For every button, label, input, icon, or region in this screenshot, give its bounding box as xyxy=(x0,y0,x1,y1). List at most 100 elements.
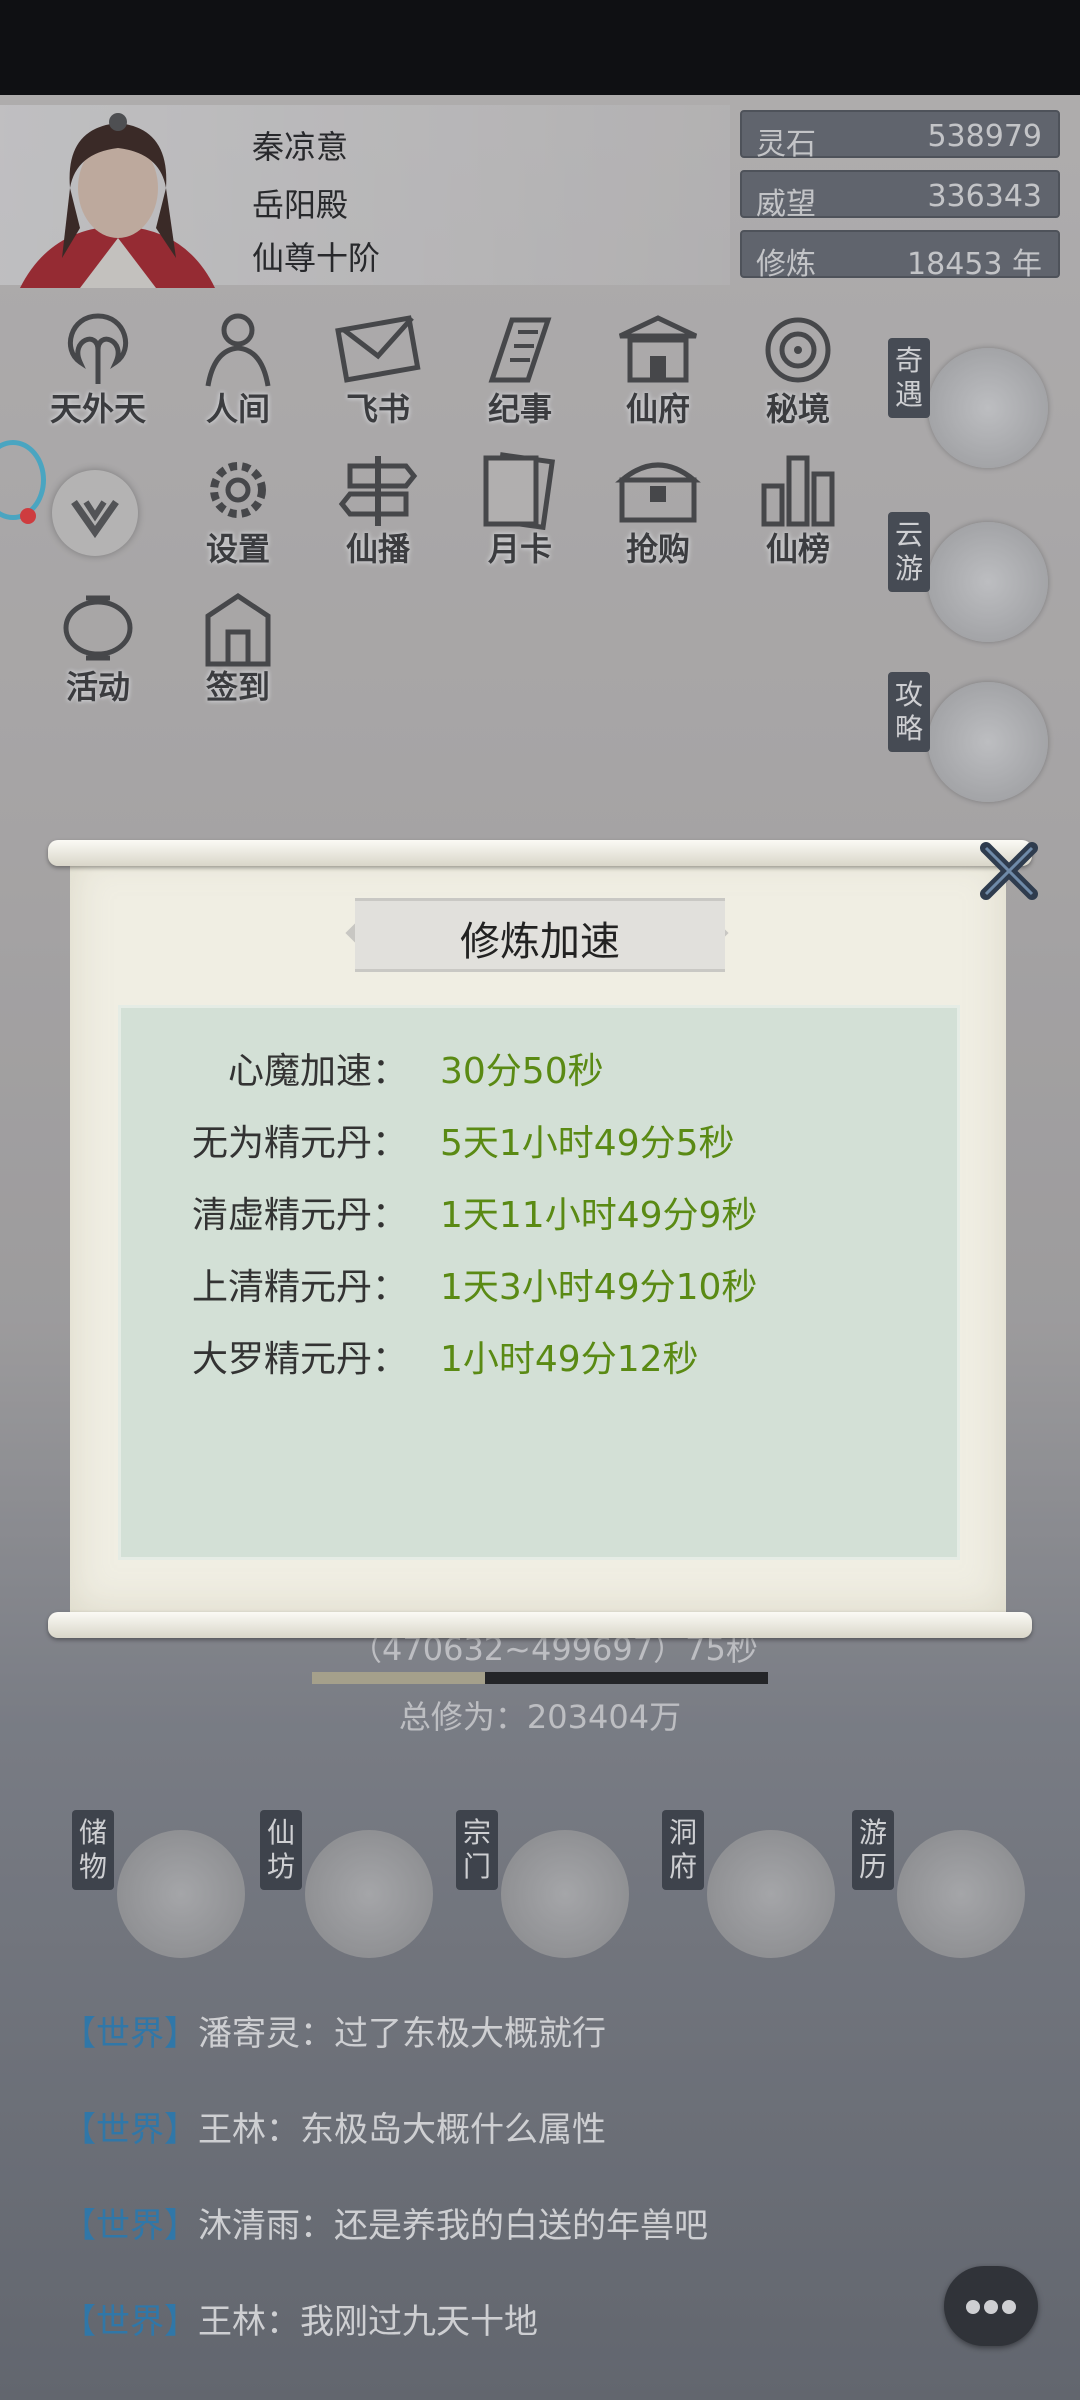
speedup-value: 1小时49分12秒 xyxy=(440,1339,699,1380)
speedup-value: 30分50秒 xyxy=(440,1051,604,1092)
menu-record[interactable]: 纪事 xyxy=(460,310,580,440)
scroll-rod-bottom xyxy=(48,1612,1032,1638)
stat-label: 修炼 xyxy=(756,247,816,282)
player-name: 秦凉意 xyxy=(252,128,349,166)
menu-letter[interactable]: 飞书 xyxy=(318,310,438,440)
status-bar xyxy=(0,0,1080,95)
close-button[interactable] xyxy=(976,840,1040,904)
bottom-travel[interactable]: 游历 xyxy=(852,1810,1032,1960)
stat-label: 灵石 xyxy=(756,127,816,162)
player-sect: 岳阳殿 xyxy=(252,186,349,224)
toggle-menu-button[interactable] xyxy=(52,470,138,556)
chat-message[interactable]: 【世界】王林：东极岛大概什么属性 xyxy=(62,2102,606,2151)
bottom-market[interactable]: 仙坊 xyxy=(260,1810,440,1960)
menu-label: 仙府 xyxy=(625,390,690,428)
chevron-down-icon xyxy=(71,499,119,539)
speedup-value: 1天3小时49分10秒 xyxy=(440,1267,758,1308)
lantern-icon xyxy=(63,595,133,661)
checkin-icon xyxy=(205,592,271,667)
menu-settings[interactable]: 设置 xyxy=(178,450,298,580)
stat-prestige: 威望 336343 xyxy=(740,170,1060,222)
menu-label: 秘境 xyxy=(765,390,830,428)
total-cultivation: 总修为：203404万 xyxy=(398,1698,682,1736)
chat-text: 潘寄灵：过了东极大概就行 xyxy=(198,2014,606,2054)
stat-spirit-stone: 灵石 538979 xyxy=(740,110,1060,162)
bottom-label: 宗门 xyxy=(456,1810,498,1890)
menu-label: 月卡 xyxy=(487,530,552,568)
speedup-key: 清虚精元丹： xyxy=(191,1195,408,1236)
side-wander[interactable]: 云游 xyxy=(888,512,1048,642)
pavilion-icon xyxy=(707,1830,835,1958)
chat-channel: 【世界】 xyxy=(62,2110,198,2150)
letter-icon xyxy=(335,315,421,383)
scroll-record-icon xyxy=(488,317,552,383)
menu-label: 仙播 xyxy=(345,530,410,568)
chest-icon xyxy=(615,462,701,523)
menu-secret-realm[interactable]: 秘境 xyxy=(738,310,858,440)
speedup-key: 大罗精元丹： xyxy=(191,1339,408,1380)
chat-button[interactable] xyxy=(944,2266,1038,2346)
menu-label: 仙榜 xyxy=(765,530,830,568)
chat-text: 王林：东极岛大概什么属性 xyxy=(198,2110,606,2150)
speedup-value: 5天1小时49分5秒 xyxy=(440,1123,735,1164)
moon-card-icon xyxy=(483,452,556,531)
cultivation-progress-bar xyxy=(312,1672,768,1684)
menu-monthly-card[interactable]: 月卡 xyxy=(460,450,580,580)
speedup-value: 1天11小时49分9秒 xyxy=(440,1195,758,1236)
chat-message[interactable]: 【世界】沐清雨：还是养我的白送的年兽吧 xyxy=(62,2198,708,2247)
chat-dot xyxy=(1002,2300,1016,2314)
bottom-label: 游历 xyxy=(852,1810,894,1890)
menu-checkin[interactable]: 签到 xyxy=(178,588,298,718)
chat-dot xyxy=(984,2300,998,2314)
bottom-sect[interactable]: 宗门 xyxy=(456,1810,636,1960)
player-rank: 仙尊十阶 xyxy=(252,239,381,277)
side-guide[interactable]: 攻略 xyxy=(888,672,1048,802)
left-edge-widget[interactable] xyxy=(0,440,46,520)
side-label: 攻略 xyxy=(888,672,930,752)
stat-value: 18453 年 xyxy=(907,247,1042,282)
chat-text: 王林：我刚过九天十地 xyxy=(198,2302,538,2342)
avatar[interactable] xyxy=(10,108,225,288)
secret-realm-icon xyxy=(765,317,831,383)
menu-label: 纪事 xyxy=(487,390,552,428)
side-label: 奇遇 xyxy=(888,338,930,418)
menu-label: 签到 xyxy=(205,668,270,706)
speedup-key: 无为精元丹： xyxy=(191,1123,408,1164)
bottom-storage[interactable]: 储物 xyxy=(72,1810,252,1960)
speedup-key: 上清精元丹： xyxy=(191,1267,408,1308)
chat-message[interactable]: 【世界】王林：我刚过九天十地 xyxy=(62,2294,538,2343)
menu-human-realm[interactable]: 人间 xyxy=(178,310,298,440)
bottom-cave-abode[interactable]: 洞府 xyxy=(662,1810,842,1960)
notification-dot xyxy=(20,508,36,524)
side-encounter[interactable]: 奇遇 xyxy=(888,338,1048,468)
travel-icon xyxy=(897,1830,1025,1958)
gear-icon xyxy=(210,462,266,518)
menu-label: 抢购 xyxy=(625,530,690,568)
menu-events[interactable]: 活动 xyxy=(38,588,158,718)
menu-label: 设置 xyxy=(205,530,270,568)
ranking-icon xyxy=(761,455,835,527)
menu-mansion[interactable]: 仙府 xyxy=(598,310,718,440)
menu-label: 飞书 xyxy=(345,390,410,428)
chat-message[interactable]: 【世界】潘寄灵：过了东极大概就行 xyxy=(62,2006,606,2055)
stat-value: 538979 xyxy=(927,119,1042,154)
book-icon xyxy=(928,682,1048,802)
menu-flash-sale[interactable]: 抢购 xyxy=(598,450,718,580)
scroll-rod-top xyxy=(48,840,1032,866)
signpost-icon xyxy=(338,456,418,526)
mansion-icon xyxy=(618,315,698,383)
dialog-title: 修炼加速 xyxy=(460,919,620,965)
menu-label: 天外天 xyxy=(49,390,146,428)
crane-icon xyxy=(928,522,1048,642)
menu-ranking[interactable]: 仙榜 xyxy=(738,450,858,580)
chat-channel: 【世界】 xyxy=(62,2014,198,2054)
menu-heaven[interactable]: 天外天 xyxy=(38,310,158,440)
bag-icon xyxy=(117,1830,245,1958)
menu-label: 人间 xyxy=(205,390,270,428)
menu-broadcast[interactable]: 仙播 xyxy=(318,450,438,580)
close-icon xyxy=(980,842,1038,900)
menu-label: 活动 xyxy=(65,668,130,706)
chat-channel: 【世界】 xyxy=(62,2302,198,2342)
side-label: 云游 xyxy=(888,512,930,592)
progress-fill xyxy=(312,1672,486,1684)
